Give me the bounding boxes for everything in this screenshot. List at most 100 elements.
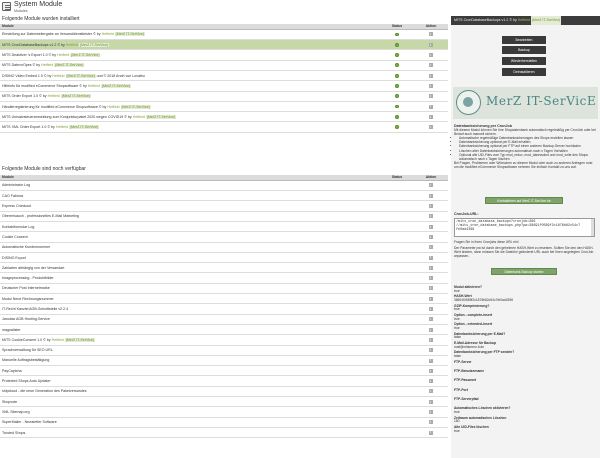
module-action-cell[interactable] xyxy=(414,39,448,51)
panel-author-link[interactable]: Hetfield xyxy=(518,18,530,22)
module-action-cell[interactable] xyxy=(414,272,448,284)
select-arrow-icon[interactable] xyxy=(429,42,433,47)
author-link[interactable]: Hetfield xyxy=(66,43,78,47)
module-action-cell[interactable] xyxy=(414,231,448,243)
module-row[interactable]: Zahlarten abhängig von der Versandart xyxy=(0,262,448,274)
module-row[interactable]: Kontaktformular Log xyxy=(0,221,448,233)
module-name-cell[interactable]: DISINO Video Embed 1.0 © by Hetfield (Me… xyxy=(0,70,380,82)
module-row[interactable]: MITS Umsatzsteueranmeldung zum Konjunktu… xyxy=(0,111,448,123)
select-arrow-icon[interactable] xyxy=(429,114,433,119)
module-name-cell[interactable]: Zahlarten abhängig von der Versandart xyxy=(0,262,380,274)
contact-button[interactable]: Kontaktieren auf MerZ IT-SerVice.de xyxy=(485,197,563,204)
module-name-cell[interactable]: magnalister xyxy=(0,324,380,336)
module-row[interactable]: MITS DatevnOpes © by Hetfield (MerZ IT-S… xyxy=(0,60,448,71)
select-arrow-icon[interactable] xyxy=(429,317,433,322)
select-arrow-icon[interactable] xyxy=(429,410,433,414)
select-arrow-icon[interactable] xyxy=(429,214,433,219)
module-action-cell[interactable] xyxy=(414,324,448,336)
select-arrow-icon[interactable] xyxy=(429,53,433,58)
module-name-cell[interactable]: Einstellung zur Datenweitergabe an Versa… xyxy=(0,29,380,41)
select-arrow-icon[interactable] xyxy=(429,327,433,332)
module-row[interactable]: MITS XML Order Export 1.0 © by Hetfield … xyxy=(0,121,448,133)
select-arrow-icon[interactable] xyxy=(429,337,433,342)
module-action-cell[interactable] xyxy=(414,396,448,408)
module-action-cell[interactable] xyxy=(414,386,448,398)
module-name-cell[interactable]: Trusted Shops xyxy=(0,427,380,439)
cron-url-textarea[interactable]: /mits_cron_database_backups?cronjob=386 … xyxy=(454,218,595,237)
module-name-cell[interactable]: Shopvote xyxy=(0,396,380,408)
module-action-cell[interactable] xyxy=(414,242,448,253)
select-arrow-icon[interactable] xyxy=(429,63,433,68)
module-name-cell[interactable]: MITS Umsatzsteueranmeldung zum Konjunktu… xyxy=(0,111,380,123)
module-action-cell[interactable] xyxy=(414,49,448,61)
module-name-cell[interactable]: Express Checkout xyxy=(0,200,380,212)
module-action-cell[interactable] xyxy=(414,406,448,418)
module-name-cell[interactable]: PayCaptcha xyxy=(0,365,380,377)
module-name-cell[interactable]: Manuelle Auftragsbestätigung xyxy=(0,355,380,367)
module-name-cell[interactable]: Sprachverwaltung für SEO URL xyxy=(0,345,380,356)
select-arrow-icon[interactable] xyxy=(429,307,433,312)
module-name-cell[interactable]: MITS DatevnOpes © by Hetfield (MerZ IT-S… xyxy=(0,60,380,71)
select-arrow-icon[interactable] xyxy=(429,265,433,270)
module-row[interactable]: Administrator Log xyxy=(0,180,448,192)
author-link[interactable]: Hetfield xyxy=(88,84,100,88)
module-action-cell[interactable] xyxy=(414,293,448,305)
restore-button[interactable]: Wiederherstellen xyxy=(502,57,546,65)
module-action-cell[interactable] xyxy=(414,29,448,41)
module-name-cell[interactable]: Automatische Kundennummer xyxy=(0,242,380,253)
module-action-cell[interactable] xyxy=(414,180,448,192)
select-arrow-icon[interactable] xyxy=(429,368,433,373)
module-action-cell[interactable] xyxy=(414,252,448,264)
author-link[interactable]: Hetfield xyxy=(48,94,60,98)
module-action-cell[interactable] xyxy=(414,200,448,212)
module-row[interactable]: Hilfeinfo für modified eCommerce Shopsof… xyxy=(0,80,448,92)
module-action-cell[interactable] xyxy=(414,60,448,71)
module-name-cell[interactable]: MITS Order Export 1.0 © by Hetfield (Mer… xyxy=(0,91,380,102)
module-name-cell[interactable]: Modul Neue Rechnungsnummer xyxy=(0,293,380,305)
select-arrow-icon[interactable] xyxy=(429,104,433,109)
module-action-cell[interactable] xyxy=(414,355,448,367)
module-action-cell[interactable] xyxy=(414,417,448,428)
module-action-cell[interactable] xyxy=(414,262,448,274)
module-row[interactable]: PayCaptcha xyxy=(0,365,448,377)
module-row[interactable]: Modul Neue Rechnungsnummer xyxy=(0,293,448,305)
select-arrow-icon[interactable] xyxy=(429,399,433,404)
author-link[interactable]: Hetfield xyxy=(52,338,64,342)
module-row[interactable]: Manuelle Auftragsbestätigung xyxy=(0,355,448,367)
module-name-cell[interactable]: Deutscher Post Internetmarke xyxy=(0,283,380,295)
module-action-cell[interactable] xyxy=(414,375,448,387)
module-action-cell[interactable] xyxy=(414,121,448,133)
module-name-cell[interactable]: MITS CookieConsent 1.0 © by Hetfield (Me… xyxy=(0,334,380,346)
module-row[interactable]: magnalister xyxy=(0,324,448,336)
module-name-cell[interactable]: Kontaktformular Log xyxy=(0,221,380,233)
select-arrow-icon[interactable] xyxy=(429,183,433,188)
module-row[interactable]: XML Sitemap.org xyxy=(0,406,448,418)
select-arrow-icon[interactable] xyxy=(429,389,433,394)
module-name-cell[interactable]: SuperMailer - Newsletter Software xyxy=(0,417,380,428)
author-link[interactable]: Hetfield xyxy=(56,125,68,129)
select-arrow-icon[interactable] xyxy=(429,286,433,291)
module-name-cell[interactable]: Oberer/sauch - professionelles E-Mail Ma… xyxy=(0,211,380,222)
module-name-cell[interactable]: MITS XML Order Export 1.0 © by Hetfield … xyxy=(0,121,380,133)
module-row[interactable]: Express Checkout xyxy=(0,200,448,212)
module-row[interactable]: MITS Deaktiver 's Export 1.0 © by Hetfie… xyxy=(0,49,448,61)
textarea-scrollbar[interactable] xyxy=(591,219,594,236)
select-arrow-icon[interactable] xyxy=(429,224,433,229)
module-row[interactable]: Cookie Consent xyxy=(0,231,448,243)
module-row[interactable]: Automatische Kundennummer xyxy=(0,242,448,253)
select-arrow-icon[interactable] xyxy=(429,234,433,239)
module-action-cell[interactable] xyxy=(414,334,448,346)
module-name-cell[interactable]: Protected Shops Auto Updater xyxy=(0,375,380,387)
module-action-cell[interactable] xyxy=(414,190,448,202)
select-arrow-icon[interactable] xyxy=(429,276,433,281)
select-arrow-icon[interactable] xyxy=(429,348,433,353)
module-row[interactable]: MITS CronDatabaseBackups v1.2 © by Hetfi… xyxy=(0,39,448,51)
module-action-cell[interactable] xyxy=(414,111,448,123)
select-arrow-icon[interactable] xyxy=(429,296,433,301)
module-row[interactable]: shipcloud - die neue Generation des Pake… xyxy=(0,386,448,398)
module-name-cell[interactable]: XML Sitemap.org xyxy=(0,406,380,418)
module-row[interactable]: Trusted Shops xyxy=(0,427,448,439)
module-name-cell[interactable]: Janolaw AGB Hosting-Service xyxy=(0,314,380,325)
module-action-cell[interactable] xyxy=(414,283,448,295)
module-name-cell[interactable]: DISINO Export xyxy=(0,252,380,264)
